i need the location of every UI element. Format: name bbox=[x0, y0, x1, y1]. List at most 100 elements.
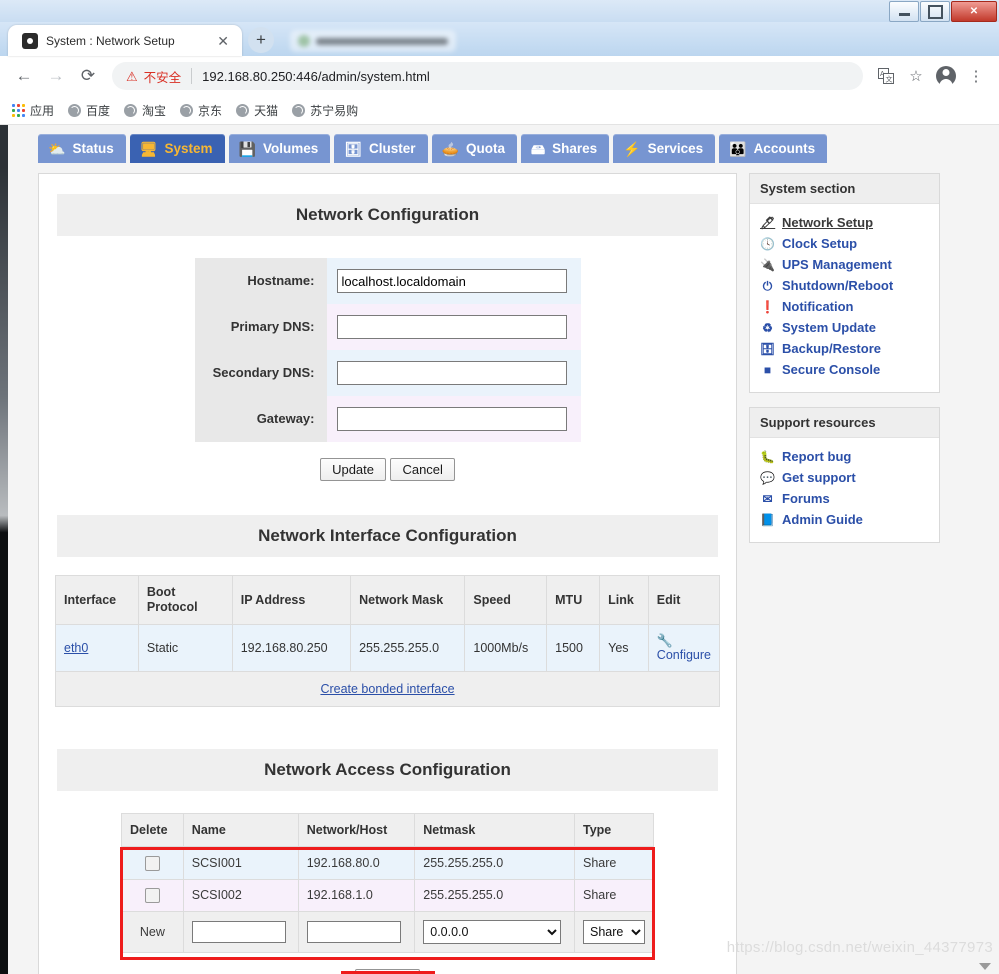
table-header-row: Interface Boot Protocol IP Address Netwo… bbox=[56, 576, 720, 625]
network-cancel-button[interactable]: Cancel bbox=[390, 458, 454, 481]
interface-link[interactable]: eth0 bbox=[64, 641, 88, 655]
delete-checkbox[interactable] bbox=[145, 856, 160, 871]
sidebar-item-label: System Update bbox=[782, 320, 876, 335]
forum-icon: ✉ bbox=[760, 493, 775, 505]
system-section-items: 🖊 Network Setup 🕓 Clock Setup 🔌 UPS Mana… bbox=[750, 204, 939, 392]
status-icon: ⛅ bbox=[48, 142, 65, 156]
configure-link[interactable]: Configure bbox=[657, 648, 711, 662]
bookmark-star-icon[interactable]: ☆ bbox=[903, 63, 929, 89]
scroll-down-arrow[interactable] bbox=[979, 963, 991, 970]
form-row-primary-dns: Primary DNS: bbox=[195, 304, 581, 350]
bookmarks-bar: 应用 百度 淘宝 京东 天猫 苏宁易购 bbox=[0, 96, 999, 125]
lightning-icon: ⚡ bbox=[623, 142, 640, 156]
nav-tab-services[interactable]: ⚡ Services bbox=[613, 134, 715, 163]
nav-tab-status[interactable]: ⛅ Status bbox=[38, 134, 126, 163]
address-bar[interactable]: ⚠ 不安全 192.168.80.250:446/admin/system.ht… bbox=[112, 62, 863, 90]
profile-icon[interactable] bbox=[933, 63, 959, 89]
sidebar-item-label: UPS Management bbox=[782, 257, 892, 272]
create-bonded-interface-link[interactable]: Create bonded interface bbox=[320, 682, 454, 696]
network-update-button[interactable]: Update bbox=[320, 458, 386, 481]
nav-tab-system[interactable]: 🖥 System bbox=[130, 134, 225, 163]
new-netmask-select[interactable]: 0.0.0.0 bbox=[423, 920, 561, 944]
back-button[interactable]: ← bbox=[10, 62, 38, 90]
cell-new-type: Share bbox=[575, 911, 654, 952]
cell-type: Share bbox=[575, 847, 654, 879]
svg-text:文: 文 bbox=[886, 75, 893, 84]
new-network-host-input[interactable] bbox=[307, 921, 401, 943]
forward-button[interactable]: → bbox=[42, 62, 70, 90]
sidebar-item-network-setup[interactable]: 🖊 Network Setup bbox=[760, 212, 935, 233]
access-update-button[interactable]: Update bbox=[355, 969, 421, 974]
sidebar-item-admin-guide[interactable]: 📘 Admin Guide bbox=[760, 509, 935, 530]
sidebar-item-label: Admin Guide bbox=[782, 512, 863, 527]
sidebar-item-label: Network Setup bbox=[782, 215, 873, 230]
bookmark-tmall[interactable]: 天猫 bbox=[236, 102, 278, 119]
maximize-button[interactable] bbox=[920, 1, 950, 22]
main-content-panel: Network Configuration Hostname: Primary … bbox=[38, 173, 737, 974]
new-name-input[interactable] bbox=[192, 921, 286, 943]
cell-edit[interactable]: 🔧 Configure bbox=[648, 625, 719, 672]
sidebar-item-report-bug[interactable]: 🐛 Report bug bbox=[760, 446, 935, 467]
bookmark-suning[interactable]: 苏宁易购 bbox=[292, 102, 358, 119]
browser-tab-active[interactable]: System : Network Setup ✕ bbox=[8, 25, 242, 56]
sidebar-item-notification[interactable]: ❗ Notification bbox=[760, 296, 935, 317]
th-network-mask: Network Mask bbox=[351, 576, 465, 625]
nav-tab-shares[interactable]: 🖴 Shares bbox=[521, 134, 609, 163]
bookmark-taobao[interactable]: 淘宝 bbox=[124, 102, 166, 119]
sidebar-item-shutdown-reboot[interactable]: ⏻ Shutdown/Reboot bbox=[760, 275, 935, 296]
secondary-dns-label: Secondary DNS: bbox=[195, 350, 327, 396]
cell-name: SCSI001 bbox=[183, 847, 298, 879]
nav-tab-quota[interactable]: 🥧 Quota bbox=[432, 134, 517, 163]
bookmark-apps[interactable]: 应用 bbox=[12, 102, 54, 119]
not-secure-label: 不安全 bbox=[144, 67, 182, 86]
sidebar-item-ups-management[interactable]: 🔌 UPS Management bbox=[760, 254, 935, 275]
sidebar-item-system-update[interactable]: ♻ System Update bbox=[760, 317, 935, 338]
th-speed: Speed bbox=[465, 576, 547, 625]
nav-tab-cluster[interactable]: 🗄 Cluster bbox=[334, 134, 427, 163]
sidebar-item-backup-restore[interactable]: 🗄 Backup/Restore bbox=[760, 338, 935, 359]
nav-tab-accounts[interactable]: 👪 Accounts bbox=[719, 134, 827, 163]
sidebar-item-label: Get support bbox=[782, 470, 856, 485]
bookmark-baidu[interactable]: 百度 bbox=[68, 102, 110, 119]
reload-button[interactable]: ⟳ bbox=[74, 62, 102, 90]
sidebar-item-forums[interactable]: ✉ Forums bbox=[760, 488, 935, 509]
minimize-button[interactable] bbox=[889, 1, 919, 22]
bonded-interface-row: Create bonded interface bbox=[56, 672, 720, 707]
delete-checkbox[interactable] bbox=[145, 888, 160, 903]
browser-menu-icon[interactable]: ⋮ bbox=[963, 63, 989, 89]
th-link: Link bbox=[600, 576, 649, 625]
sidebar-item-clock-setup[interactable]: 🕓 Clock Setup bbox=[760, 233, 935, 254]
page-scrollbar[interactable] bbox=[0, 125, 8, 974]
th-network-host: Network/Host bbox=[298, 814, 415, 847]
primary-dns-field-cell bbox=[327, 304, 581, 350]
close-icon[interactable]: ✕ bbox=[214, 34, 232, 48]
globe-icon bbox=[68, 104, 81, 117]
th-edit: Edit bbox=[648, 576, 719, 625]
nav-tab-volumes[interactable]: 💾 Volumes bbox=[229, 134, 331, 163]
primary-nav: ⛅ Status 🖥 System 💾 Volumes 🗄 Cluster 🥧 bbox=[8, 125, 999, 163]
sidebar-item-label: Backup/Restore bbox=[782, 341, 881, 356]
blurred-background-tab[interactable] bbox=[290, 30, 456, 52]
cell-new-netmask: 0.0.0.0 bbox=[415, 911, 575, 952]
bug-icon: 🐛 bbox=[760, 451, 775, 463]
th-boot-protocol: Boot Protocol bbox=[138, 576, 232, 625]
sidebar-item-label: Forums bbox=[782, 491, 830, 506]
table-header-row: Delete Name Network/Host Netmask Type bbox=[122, 814, 654, 847]
sidebar-item-label: Clock Setup bbox=[782, 236, 857, 251]
nav-tab-label: Status bbox=[72, 141, 113, 156]
primary-dns-input[interactable] bbox=[337, 315, 567, 339]
gateway-input[interactable] bbox=[337, 407, 567, 431]
cell-delete bbox=[122, 879, 184, 911]
hostname-input[interactable] bbox=[337, 269, 567, 293]
bookmark-jd[interactable]: 京东 bbox=[180, 102, 222, 119]
translate-icon[interactable]: A 文 bbox=[873, 63, 899, 89]
sidebar-item-get-support[interactable]: 💬 Get support bbox=[760, 467, 935, 488]
backup-icon: 🗄 bbox=[760, 343, 775, 355]
page-viewport: ⛅ Status 🖥 System 💾 Volumes 🗄 Cluster 🥧 bbox=[0, 125, 999, 974]
book-icon: 📘 bbox=[760, 514, 775, 526]
new-type-select[interactable]: Share bbox=[583, 920, 645, 944]
sidebar-item-secure-console[interactable]: ■ Secure Console bbox=[760, 359, 935, 380]
close-button[interactable]: ✕ bbox=[951, 1, 997, 22]
secondary-dns-input[interactable] bbox=[337, 361, 567, 385]
new-tab-button[interactable]: + bbox=[248, 27, 274, 53]
